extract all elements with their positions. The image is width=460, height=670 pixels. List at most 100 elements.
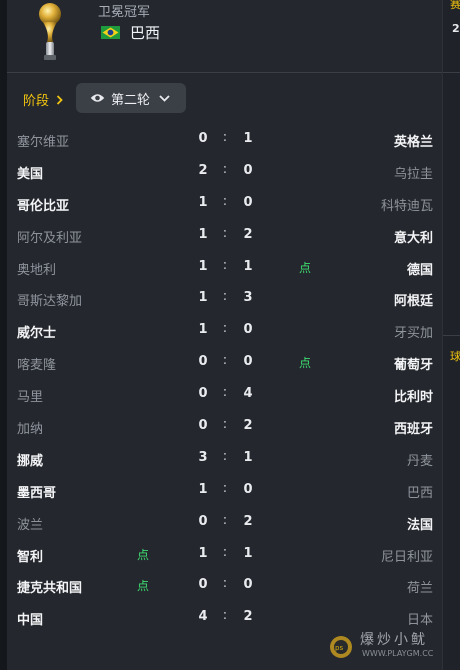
match-row[interactable]: 塞尔维亚 0:1 英格兰 <box>7 125 442 157</box>
stage-label: 阶段 <box>23 94 50 109</box>
match-row[interactable]: 阿尔及利亚 1:2 意大利 <box>7 221 442 253</box>
away-team-name[interactable]: 意大利 <box>394 227 433 246</box>
away-score: 2 <box>243 513 253 529</box>
home-team-name[interactable]: 哥斯达黎加 <box>17 290 82 309</box>
score-separator: : <box>222 385 228 401</box>
home-team-name[interactable]: 加纳 <box>17 418 43 437</box>
away-team-name[interactable]: 葡萄牙 <box>394 354 433 373</box>
eye-icon <box>90 94 105 102</box>
away-team-name[interactable]: 巴西 <box>407 482 433 501</box>
away-team-name[interactable]: 比利时 <box>394 386 433 405</box>
home-team-name[interactable]: 墨西哥 <box>17 482 56 501</box>
home-score: 0 <box>198 577 208 593</box>
home-score: 0 <box>198 418 208 434</box>
away-score: 4 <box>243 386 253 402</box>
home-team-name[interactable]: 威尔士 <box>17 322 56 341</box>
home-score: 1 <box>198 258 208 274</box>
round-label: 第二轮 <box>111 92 151 108</box>
away-score: 2 <box>243 226 253 242</box>
away-team-name[interactable]: 日本 <box>407 609 433 628</box>
trophy-icon <box>39 3 61 60</box>
match-row[interactable]: 喀麦隆 0:0 点 葡萄牙 <box>7 348 442 380</box>
match-row[interactable]: 美国 2:0 乌拉圭 <box>7 157 442 189</box>
away-team-name[interactable]: 丹麦 <box>407 450 433 469</box>
home-team-name[interactable]: 塞尔维亚 <box>17 131 69 150</box>
home-team-name[interactable]: 挪威 <box>17 450 43 469</box>
stage-button[interactable]: 阶段 <box>23 90 63 109</box>
match-row[interactable]: 智利 点 1:1 尼日利亚 <box>7 540 442 572</box>
away-score: 0 <box>243 162 253 178</box>
match-row[interactable]: 哥斯达黎加 1:3 阿根廷 <box>7 284 442 316</box>
match-row[interactable]: 马里 0:4 比利时 <box>7 380 442 412</box>
watermark-url: WWW.PLAYGM.CC <box>362 649 434 658</box>
home-score: 1 <box>198 322 208 338</box>
home-score: 0 <box>198 386 208 402</box>
score-separator: : <box>222 608 228 624</box>
home-team-name[interactable]: 马里 <box>17 386 43 405</box>
header-divider <box>7 72 442 73</box>
match-row[interactable]: 波兰 0:2 法国 <box>7 508 442 540</box>
chevron-right-icon <box>56 94 63 105</box>
match-row[interactable]: 加纳 0:2 西班牙 <box>7 412 442 444</box>
away-score: 2 <box>243 418 253 434</box>
penalty-win-marker: 点 <box>137 579 150 594</box>
score-separator: : <box>222 257 228 273</box>
match-row[interactable]: 威尔士 1:0 牙买加 <box>7 316 442 348</box>
away-score: 1 <box>243 131 253 146</box>
away-score: 1 <box>243 449 253 465</box>
home-team-name[interactable]: 智利 <box>17 546 43 565</box>
match-row[interactable]: 哥伦比亚 1:0 科特迪瓦 <box>7 189 442 221</box>
away-score: 0 <box>243 354 253 370</box>
away-team-name[interactable]: 英格兰 <box>394 131 433 150</box>
defending-champion-header: 卫冕冠军 巴西 <box>7 0 442 72</box>
away-team-name[interactable]: 尼日利亚 <box>381 546 433 565</box>
home-team-name[interactable]: 哥伦比亚 <box>17 195 69 214</box>
away-team-name[interactable]: 德国 <box>407 259 433 278</box>
away-score: 1 <box>243 545 253 561</box>
away-score: 0 <box>243 481 253 497</box>
score-separator: : <box>222 576 228 592</box>
home-score: 0 <box>198 354 208 370</box>
brazil-flag-icon <box>101 26 120 39</box>
home-score: 0 <box>198 513 208 529</box>
right-panel-heading: 赛 <box>450 0 460 11</box>
match-row[interactable]: 奥地利 1:1 点 德国 <box>7 253 442 285</box>
right-side-panel: 赛 2 球 <box>442 0 460 670</box>
right-panel-divider <box>443 72 460 73</box>
away-team-name[interactable]: 法国 <box>407 514 433 533</box>
chevron-down-icon <box>159 94 170 102</box>
match-row[interactable]: 墨西哥 1:0 巴西 <box>7 476 442 508</box>
match-row[interactable]: 挪威 3:1 丹麦 <box>7 444 442 476</box>
home-score: 1 <box>198 545 208 561</box>
home-team-name[interactable]: 中国 <box>17 609 43 628</box>
match-row[interactable]: 捷克共和国 点 0:0 荷兰 <box>7 571 442 603</box>
away-score: 0 <box>243 577 253 593</box>
svg-text:ps: ps <box>335 644 343 652</box>
home-score: 1 <box>198 290 208 306</box>
home-team-name[interactable]: 阿尔及利亚 <box>17 227 82 246</box>
home-team-name[interactable]: 奥地利 <box>17 259 56 278</box>
watermark: ps 爆炒小鱿 WWW.PLAYGM.CC <box>326 627 460 665</box>
home-score: 2 <box>198 162 208 178</box>
right-panel-divider <box>443 335 460 336</box>
away-team-name[interactable]: 乌拉圭 <box>394 163 433 182</box>
home-team-name[interactable]: 波兰 <box>17 514 43 533</box>
home-score: 1 <box>198 194 208 210</box>
score-separator: : <box>222 448 228 464</box>
away-team-name[interactable]: 牙买加 <box>394 322 433 341</box>
right-panel-label: 球 <box>450 350 460 363</box>
score-separator: : <box>222 193 228 209</box>
away-score: 3 <box>243 290 253 306</box>
home-team-name[interactable]: 美国 <box>17 163 43 182</box>
score-separator: : <box>222 353 228 369</box>
right-panel-number: 2 <box>452 22 460 35</box>
match-results-list: 塞尔维亚 0:1 英格兰 美国 2:0 乌拉圭 哥伦比亚 1:0 科特迪瓦 阿尔及利亚 1:2 意大利… <box>7 125 442 635</box>
away-team-name[interactable]: 科特迪瓦 <box>381 195 433 214</box>
home-team-name[interactable]: 喀麦隆 <box>17 354 56 373</box>
away-team-name[interactable]: 西班牙 <box>394 418 433 437</box>
round-select[interactable]: 第二轮 <box>76 83 186 113</box>
winner-name: 巴西 <box>130 24 161 42</box>
away-team-name[interactable]: 阿根廷 <box>394 290 433 309</box>
away-team-name[interactable]: 荷兰 <box>407 577 433 596</box>
home-team-name[interactable]: 捷克共和国 <box>17 577 82 596</box>
